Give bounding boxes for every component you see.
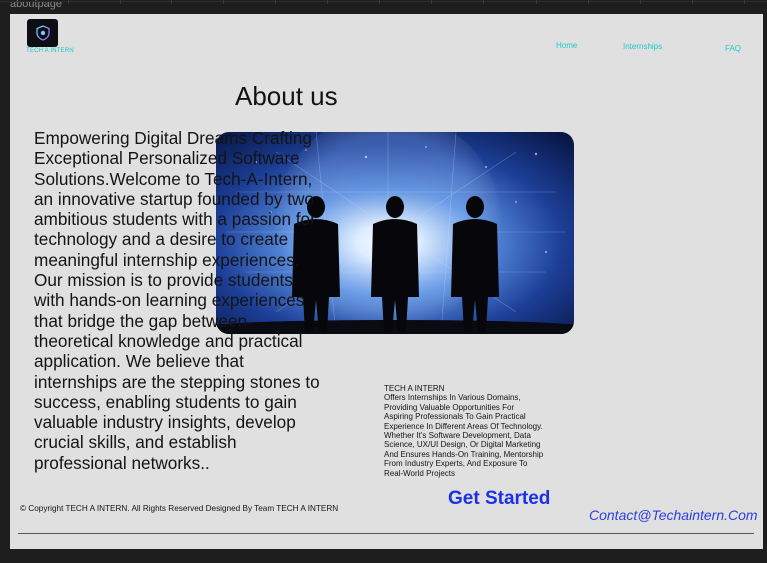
- footer-divider: [18, 533, 754, 534]
- nav-home-link[interactable]: Home: [556, 41, 577, 50]
- company-info: TECH A INTERN Offers Internships In Vari…: [384, 384, 544, 478]
- page-title: About us: [235, 81, 338, 111]
- copyright-text: © Copyright TECH A INTERN. All Rights Re…: [20, 504, 339, 513]
- brand-name: TECH A INTERN: [26, 48, 74, 54]
- about-paragraph: Empowering Digital Dreams Crafting Excep…: [34, 128, 320, 473]
- company-description: Offers Internships In Various Domains, P…: [384, 393, 544, 478]
- company-name: TECH A INTERN: [384, 384, 445, 393]
- brand-logo[interactable]: [27, 19, 58, 47]
- page-frame: TECH A INTERN Home Internships FAQ About…: [10, 14, 763, 549]
- contact-email-link[interactable]: Contact@Techaintern.Com: [589, 507, 758, 523]
- top-divider: [0, 1, 767, 2]
- get-started-button[interactable]: Get Started: [448, 488, 550, 510]
- nav-internships-link[interactable]: Internships: [623, 42, 662, 51]
- nav-faq-link[interactable]: FAQ: [725, 44, 741, 53]
- shield-icon: [35, 25, 50, 41]
